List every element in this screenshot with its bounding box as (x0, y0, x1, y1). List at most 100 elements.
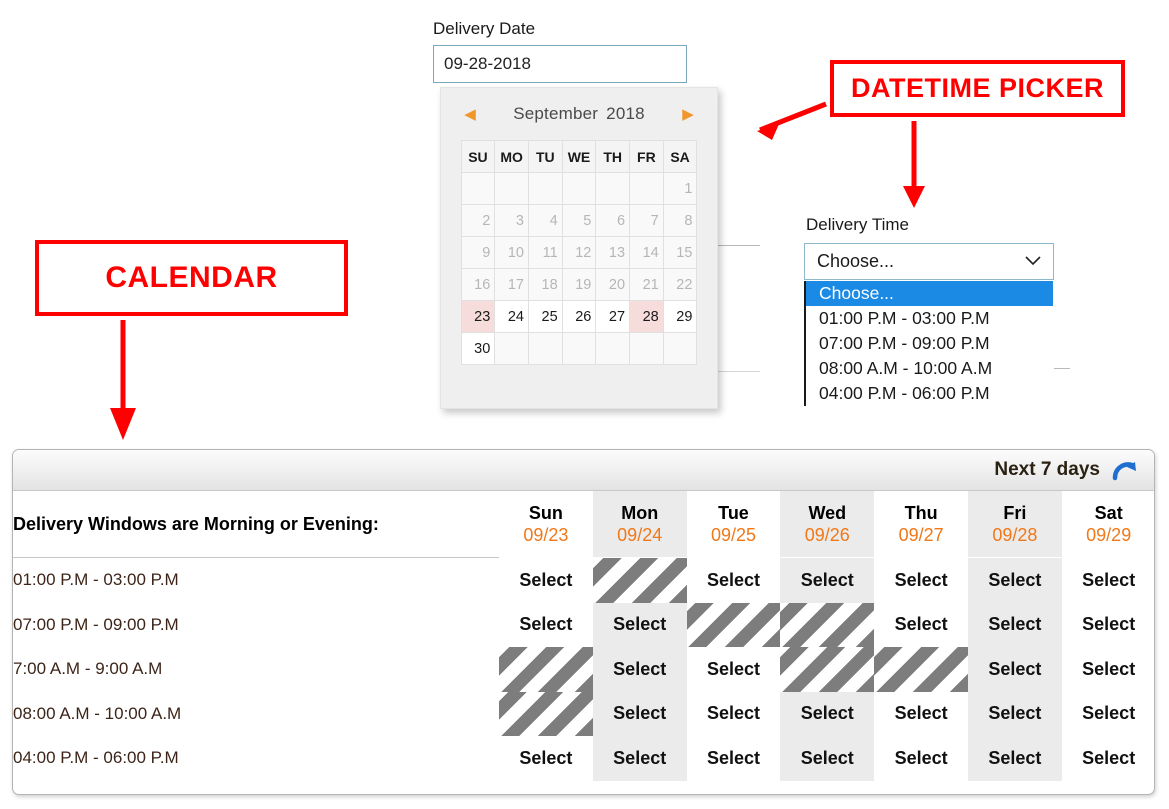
select-slot-sat-3[interactable]: Select (1062, 692, 1154, 737)
datepicker-day-24[interactable]: 24 (494, 300, 529, 333)
select-slot-thu-3[interactable]: Select (874, 692, 968, 737)
datepicker-title: September 2018 (491, 104, 667, 124)
select-slot-sat-0[interactable]: Select (1062, 558, 1154, 603)
time-slot-label: 7:00 A.M - 9:00 A.M (13, 659, 163, 679)
select-slot-fri-4[interactable]: Select (967, 736, 1062, 781)
select-button[interactable]: Select (988, 703, 1041, 723)
select-button[interactable]: Select (801, 703, 854, 723)
datepicker-header: ◀ September 2018 ▶ (441, 88, 717, 140)
datepicker-weekday-fr: FR (629, 140, 664, 173)
select-button[interactable]: Select (1082, 659, 1135, 679)
select-slot-fri-0[interactable]: Select (967, 558, 1062, 603)
select-slot-wed-3[interactable]: Select (780, 691, 875, 736)
unavailable-slot-wed-2 (780, 647, 875, 692)
select-slot-tue-0[interactable]: Select (687, 558, 781, 603)
table-row: 04:00 P.M - 06:00 P.M Select Select Select S… (13, 736, 1154, 781)
prev-month-icon[interactable]: ◀ (459, 107, 481, 122)
select-button[interactable]: Select (1082, 614, 1135, 634)
select-button[interactable]: Select (613, 614, 666, 634)
select-button[interactable]: Select (613, 748, 666, 768)
select-slot-sun-0[interactable]: Select (499, 558, 593, 603)
select-slot-fri-1[interactable]: Select (967, 602, 1062, 647)
select-button[interactable]: Select (519, 570, 572, 590)
select-button[interactable]: Select (988, 570, 1041, 590)
day-of-week-label: Thu (904, 502, 938, 523)
select-slot-sat-2[interactable]: Select (1062, 647, 1154, 692)
day-date-label: 09/28 (992, 525, 1038, 545)
day-of-week-label: Fri (1003, 502, 1027, 523)
datepicker-day-23[interactable]: 23 (460, 300, 496, 333)
select-slot-fri-2[interactable]: Select (967, 647, 1062, 692)
select-button[interactable]: Select (1082, 570, 1135, 590)
select-slot-thu-4[interactable]: Select (874, 736, 968, 781)
select-slot-mon-1[interactable]: Select (592, 602, 687, 647)
datepicker-day-10: 10 (494, 236, 529, 269)
select-button[interactable]: Select (613, 703, 666, 723)
table-row: 01:00 P.M - 03:00 P.M Select Select Select S… (13, 558, 1154, 603)
datepicker-day-28[interactable]: 28 (629, 300, 664, 333)
select-slot-tue-3[interactable]: Select (687, 692, 781, 737)
select-slot-tue-4[interactable]: Select (687, 736, 781, 781)
delivery-time-option-4[interactable]: 04:00 P.M - 06:00 P.M (806, 381, 1053, 406)
select-button[interactable]: Select (519, 614, 572, 634)
select-button[interactable]: Select (988, 614, 1041, 634)
chevron-down-glyph (1025, 256, 1041, 266)
select-button[interactable]: Select (895, 748, 948, 768)
day-of-week-label: Wed (808, 502, 847, 523)
select-button[interactable]: Select (613, 659, 666, 679)
datepicker-day-26[interactable]: 26 (561, 300, 597, 333)
select-slot-mon-2[interactable]: Select (592, 647, 687, 692)
delivery-time-option-1[interactable]: 01:00 P.M - 03:00 P.M (806, 306, 1053, 331)
select-button[interactable]: Select (1082, 748, 1135, 768)
select-slot-sat-4[interactable]: Select (1062, 736, 1154, 781)
select-button[interactable]: Select (895, 570, 948, 590)
datepicker-day-27[interactable]: 27 (595, 300, 631, 333)
select-slot-fri-3[interactable]: Select (967, 691, 1062, 736)
delivery-date-input[interactable] (433, 45, 687, 83)
day-date-label: 09/23 (523, 525, 569, 545)
datepicker-day-21: 21 (629, 268, 664, 301)
next-7-days-label[interactable]: Next 7 days (994, 459, 1100, 481)
select-slot-wed-4[interactable]: Select (780, 736, 875, 781)
select-button[interactable]: Select (707, 659, 760, 679)
select-slot-thu-1[interactable]: Select (874, 603, 968, 648)
select-slot-sat-1[interactable]: Select (1062, 603, 1154, 648)
unavailable-slot-mon-0 (592, 558, 687, 603)
datepicker-day-20: 20 (595, 268, 631, 301)
select-button[interactable]: Select (801, 748, 854, 768)
annotation-datetime-picker: DATETIME PICKER (830, 60, 1125, 117)
select-button[interactable]: Select (707, 748, 760, 768)
datepicker-day-30[interactable]: 30 (460, 332, 496, 365)
delivery-time-option-2[interactable]: 07:00 P.M - 09:00 P.M (806, 331, 1053, 356)
datepicker-day-25[interactable]: 25 (527, 300, 563, 333)
datepicker-day-29[interactable]: 29 (662, 300, 698, 333)
select-button[interactable]: Select (1082, 703, 1135, 723)
next-month-icon[interactable]: ▶ (677, 107, 699, 122)
select-slot-tue-2[interactable]: Select (687, 647, 781, 692)
select-slot-sun-1[interactable]: Select (499, 603, 593, 648)
select-slot-wed-0[interactable]: Select (780, 558, 875, 603)
datepicker-day-empty (595, 332, 631, 365)
select-button[interactable]: Select (801, 570, 854, 590)
datepicker-day-1: 1 (662, 172, 698, 205)
hatched-unavailable-pattern (780, 647, 875, 692)
datepicker-popup[interactable]: ◀ September 2018 ▶ SU MO TU WE TH FR SA 1234567… (440, 87, 718, 409)
delivery-time-select[interactable]: Choose... (804, 243, 1054, 280)
select-button[interactable]: Select (707, 703, 760, 723)
select-button[interactable]: Select (895, 614, 948, 634)
select-button[interactable]: Select (988, 659, 1041, 679)
datepicker-day-empty (561, 332, 597, 365)
delivery-time-option-3[interactable]: 08:00 A.M - 10:00 A.M (806, 356, 1053, 381)
select-slot-mon-3[interactable]: Select (592, 691, 687, 736)
select-button[interactable]: Select (519, 748, 572, 768)
select-button[interactable]: Select (988, 748, 1041, 768)
datepicker-weekday-tu: TU (527, 140, 563, 173)
delivery-time-option-0[interactable]: Choose... (806, 281, 1053, 306)
redo-arrow-icon[interactable] (1112, 459, 1138, 481)
select-button[interactable]: Select (895, 703, 948, 723)
select-slot-thu-0[interactable]: Select (874, 558, 968, 603)
select-slot-mon-4[interactable]: Select (592, 736, 687, 781)
select-button[interactable]: Select (707, 570, 760, 590)
select-slot-sun-4[interactable]: Select (499, 736, 593, 781)
delivery-time-dropdown-list[interactable]: Choose... 01:00 P.M - 03:00 P.M 07:00 P.M … (804, 281, 1054, 406)
